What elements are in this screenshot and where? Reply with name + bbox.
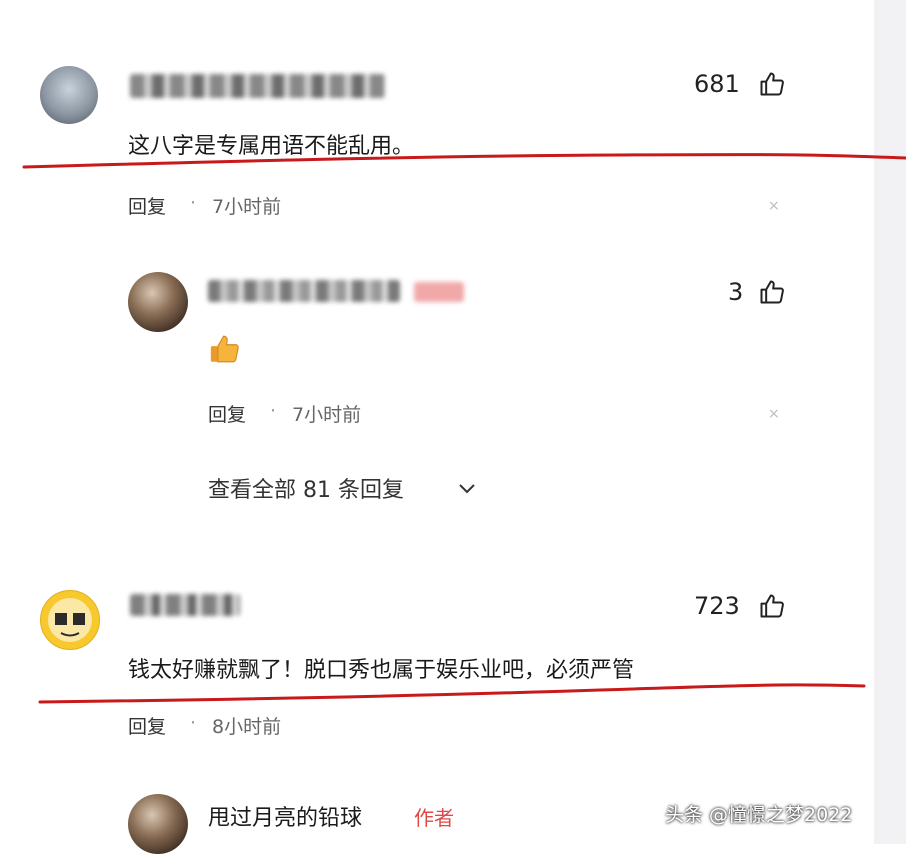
user-badge-blurred	[414, 282, 464, 302]
separator-dot: ·	[190, 192, 197, 214]
view-all-replies-link[interactable]: 查看全部 81 条回复	[208, 472, 404, 504]
like-count: 681	[694, 70, 740, 98]
cartoon-face-icon	[48, 598, 92, 642]
comment-text: 钱太好赚就飘了！脱口秀也属于娱乐业吧，必须严管	[128, 658, 635, 683]
thumbs-up-icon[interactable]	[758, 70, 786, 98]
timestamp: 7小时前	[212, 196, 282, 218]
thumbs-up-icon[interactable]	[758, 278, 786, 306]
author-username[interactable]: 甩过月亮的铅球	[208, 800, 362, 832]
username-blurred[interactable]	[208, 280, 400, 302]
username-blurred[interactable]	[130, 594, 240, 616]
chevron-down-icon[interactable]	[457, 482, 477, 496]
timestamp: 7小时前	[292, 404, 362, 426]
separator-dot: ·	[270, 400, 277, 422]
avatar[interactable]	[128, 794, 188, 854]
author-badge: 作者	[414, 806, 454, 830]
reply-button[interactable]: 回复	[128, 192, 166, 219]
avatar[interactable]	[40, 66, 98, 124]
close-icon[interactable]: ×	[768, 406, 780, 422]
reply-button[interactable]: 回复	[208, 400, 246, 427]
thumbs-up-emoji-icon	[210, 335, 239, 363]
watermark: 头条 @憧憬之梦2022	[665, 804, 853, 826]
avatar[interactable]	[128, 272, 188, 332]
avatar[interactable]	[40, 590, 100, 650]
like-count: 3	[728, 278, 744, 306]
reply-button[interactable]: 回复	[128, 712, 166, 739]
like-count: 723	[694, 592, 740, 620]
timestamp: 8小时前	[212, 716, 282, 738]
separator-dot: ·	[190, 712, 197, 734]
right-scroll-strip	[874, 0, 906, 844]
username-blurred[interactable]	[130, 74, 385, 98]
comment-text: 这八字是专属用语不能乱用。	[128, 134, 415, 159]
thumbs-up-icon[interactable]	[758, 592, 786, 620]
close-icon[interactable]: ×	[768, 198, 780, 214]
